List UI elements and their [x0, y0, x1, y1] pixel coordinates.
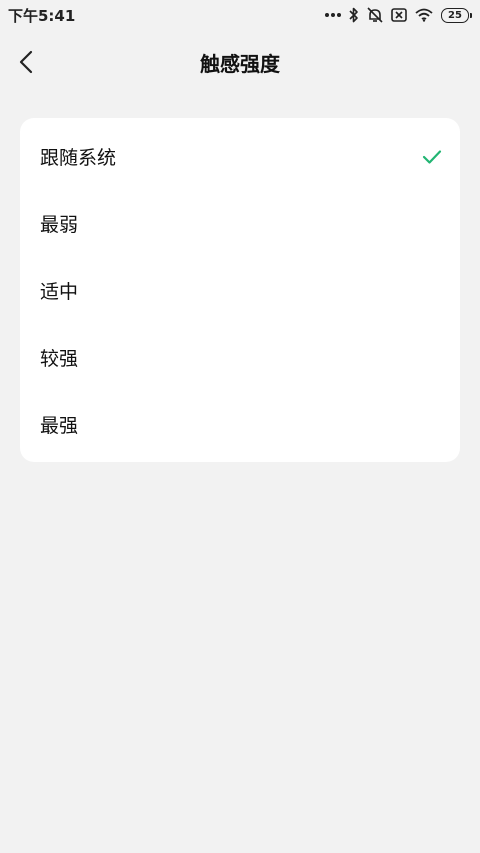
option-weakest[interactable]: 最弱 — [20, 190, 460, 257]
page-title: 触感强度 — [200, 52, 280, 76]
option-strong[interactable]: 较强 — [20, 324, 460, 391]
sim-off-icon — [391, 8, 407, 22]
option-label: 适中 — [40, 281, 79, 303]
alarm-off-icon — [367, 7, 383, 23]
options-card: 跟随系统 最弱 适中 较强 最强 — [20, 118, 460, 462]
battery-icon: 25 — [441, 7, 472, 23]
status-time: 下午5:41 — [8, 6, 76, 25]
option-label: 最弱 — [40, 214, 79, 236]
option-medium[interactable]: 适中 — [20, 257, 460, 324]
option-label: 最强 — [40, 415, 79, 437]
check-icon — [422, 149, 442, 164]
more-dots-icon — [325, 12, 341, 18]
option-strongest[interactable]: 最强 — [20, 391, 460, 458]
option-label: 较强 — [40, 348, 79, 370]
wifi-icon — [415, 8, 433, 22]
header: 触感强度 — [0, 38, 480, 90]
option-follow-system[interactable]: 跟随系统 — [20, 123, 460, 190]
bluetooth-icon — [349, 7, 359, 23]
battery-level: 25 — [441, 7, 469, 23]
status-bar: 下午5:41 25 — [0, 0, 480, 30]
status-icons: 25 — [325, 7, 472, 23]
option-label: 跟随系统 — [40, 147, 117, 169]
battery-tip — [470, 12, 472, 18]
